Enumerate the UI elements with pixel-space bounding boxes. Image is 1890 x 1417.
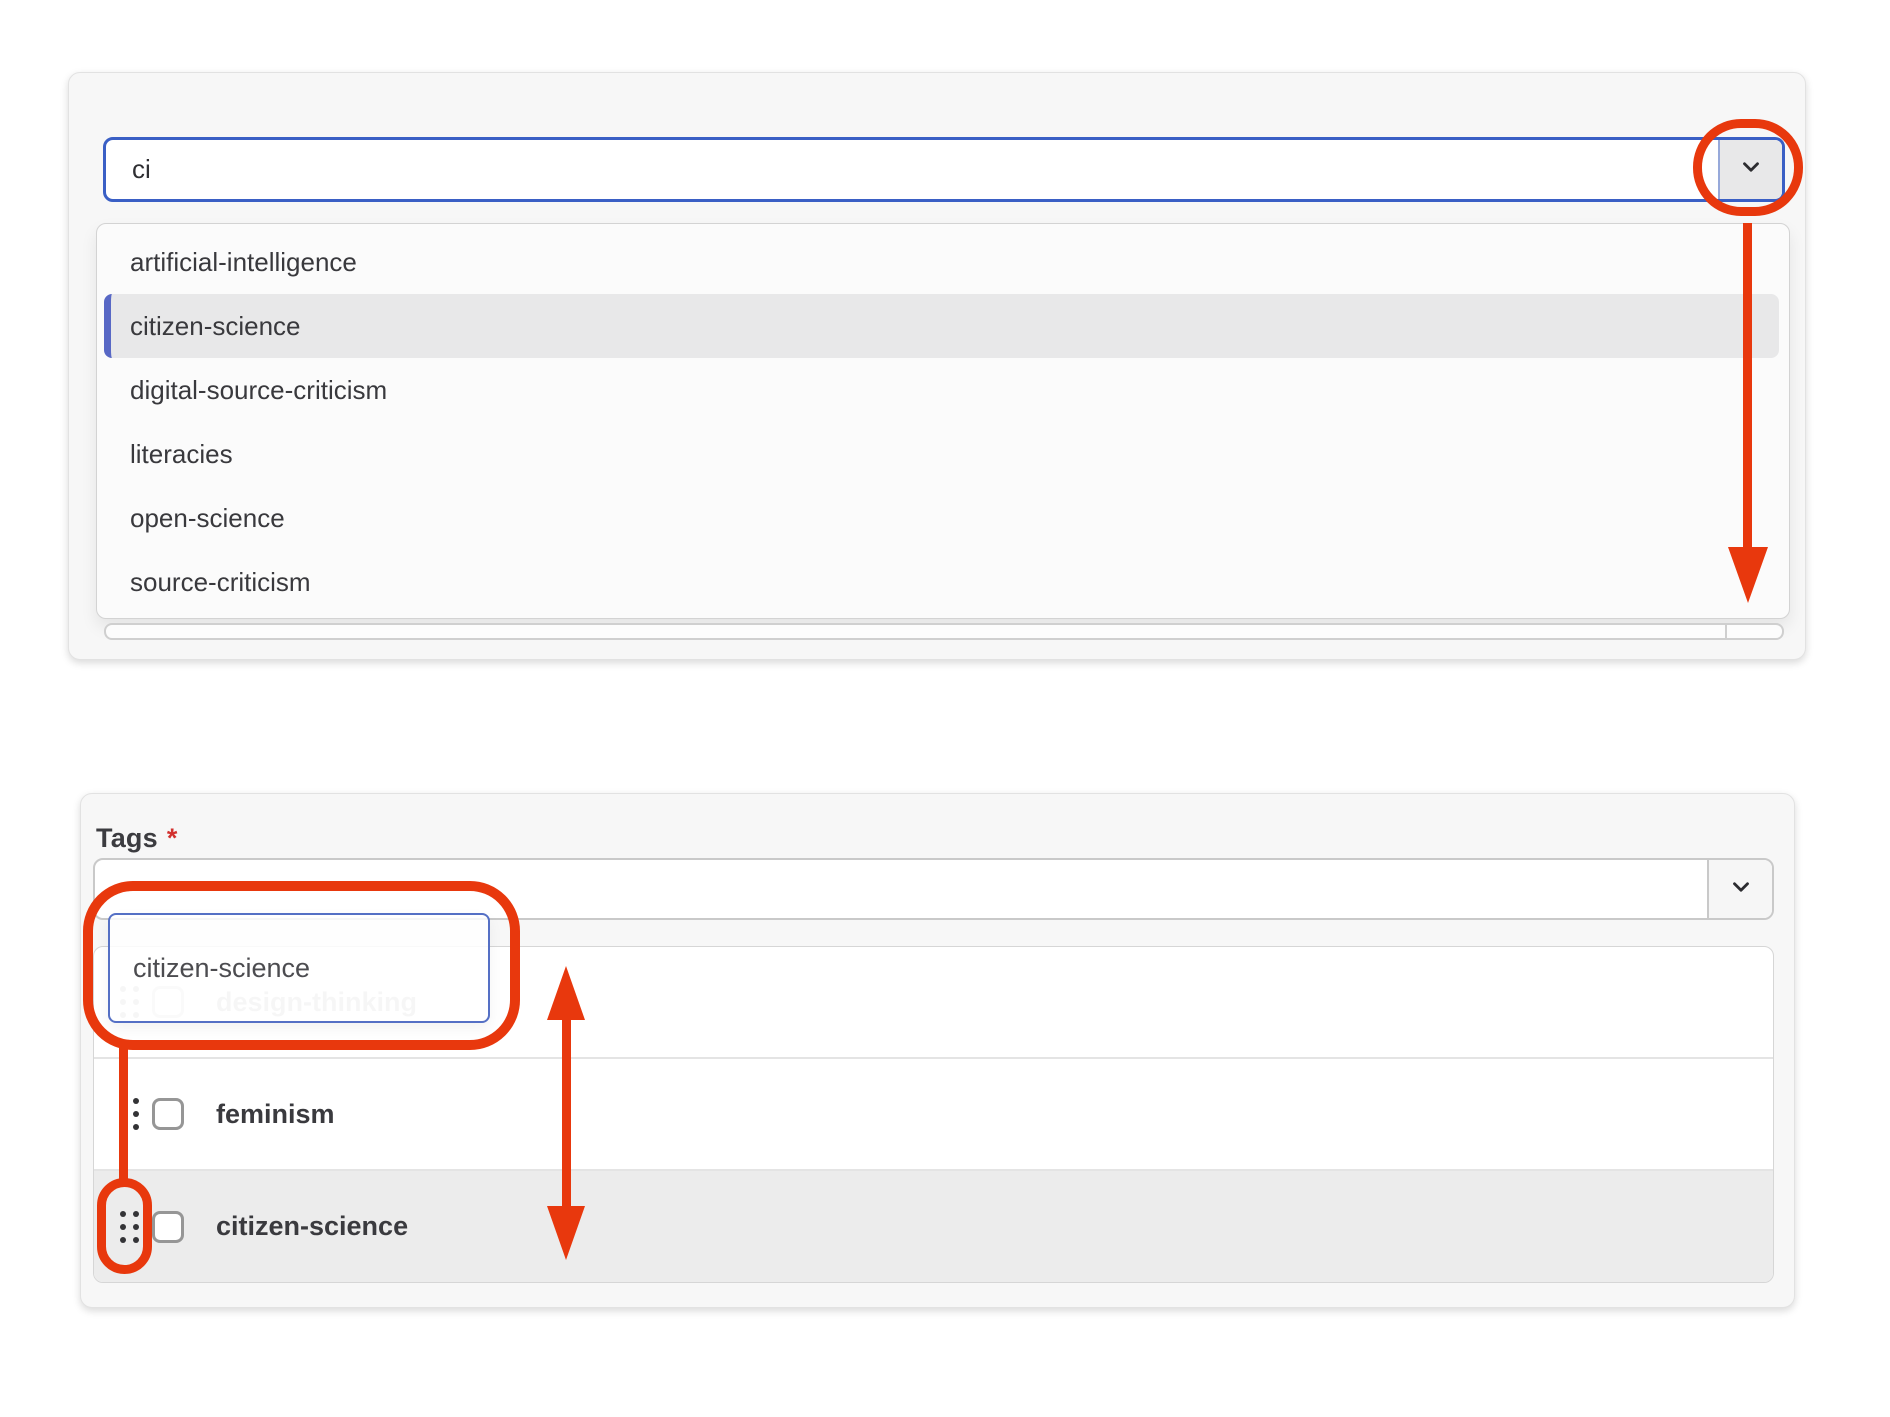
tags-autocomplete-dropdown: artificial-intelligence citizen-science … [96,223,1790,619]
tags-field-panel-top: Tags* ci artificial-intelligence citizen… [68,72,1806,660]
tag-list-peek [104,623,1784,640]
chevron-down-icon [1728,874,1754,905]
annotation-arrow-down-head [1728,547,1768,603]
screenshot-canvas: Tags * ci artificial-intelligence citizen… [0,0,1890,1417]
tag-row-feminism: feminism [94,1057,1773,1169]
tags-label-text: Tags [96,823,158,853]
tag-row-citizen-science: citizen-science [94,1169,1773,1282]
annotation-circle-drag-handle [97,1178,152,1274]
tag-checkbox[interactable] [152,1098,184,1130]
annotation-box-dragged-item [83,881,520,1050]
dropdown-option-open-science[interactable]: open-science [97,486,1789,550]
annotation-double-arrow-head-up [547,966,585,1020]
tags-input-value[interactable]: ci [106,154,1718,185]
dropdown-option-citizen-science[interactable]: citizen-science [104,294,1779,358]
annotation-arrow-down-shaft [1743,223,1752,553]
annotation-double-arrow-head-down [547,1206,585,1260]
tag-list-peek-divider [1725,625,1727,638]
annotation-line-connector [119,1046,128,1182]
dropdown-option-digital-source-criticism[interactable]: digital-source-criticism [97,358,1789,422]
annotation-circle-dropdown-toggle [1693,119,1803,216]
dropdown-option-artificial-intelligence[interactable]: artificial-intelligence [97,230,1789,294]
dropdown-option-source-criticism[interactable]: source-criticism [97,550,1789,614]
tag-row-label: citizen-science [216,1211,408,1242]
annotation-double-arrow-shaft [562,1018,571,1208]
dropdown-option-literacies[interactable]: literacies [97,422,1789,486]
required-asterisk: * [167,823,178,853]
tag-checkbox[interactable] [152,1211,184,1243]
tag-row-label: feminism [216,1099,335,1130]
tags-field-panel-bottom: Tags* design-thinking feminism [80,793,1795,1308]
tags-label: Tags * [96,823,178,854]
tags-select-input[interactable]: ci [103,137,1785,202]
dropdown-toggle-button[interactable] [1707,860,1772,918]
